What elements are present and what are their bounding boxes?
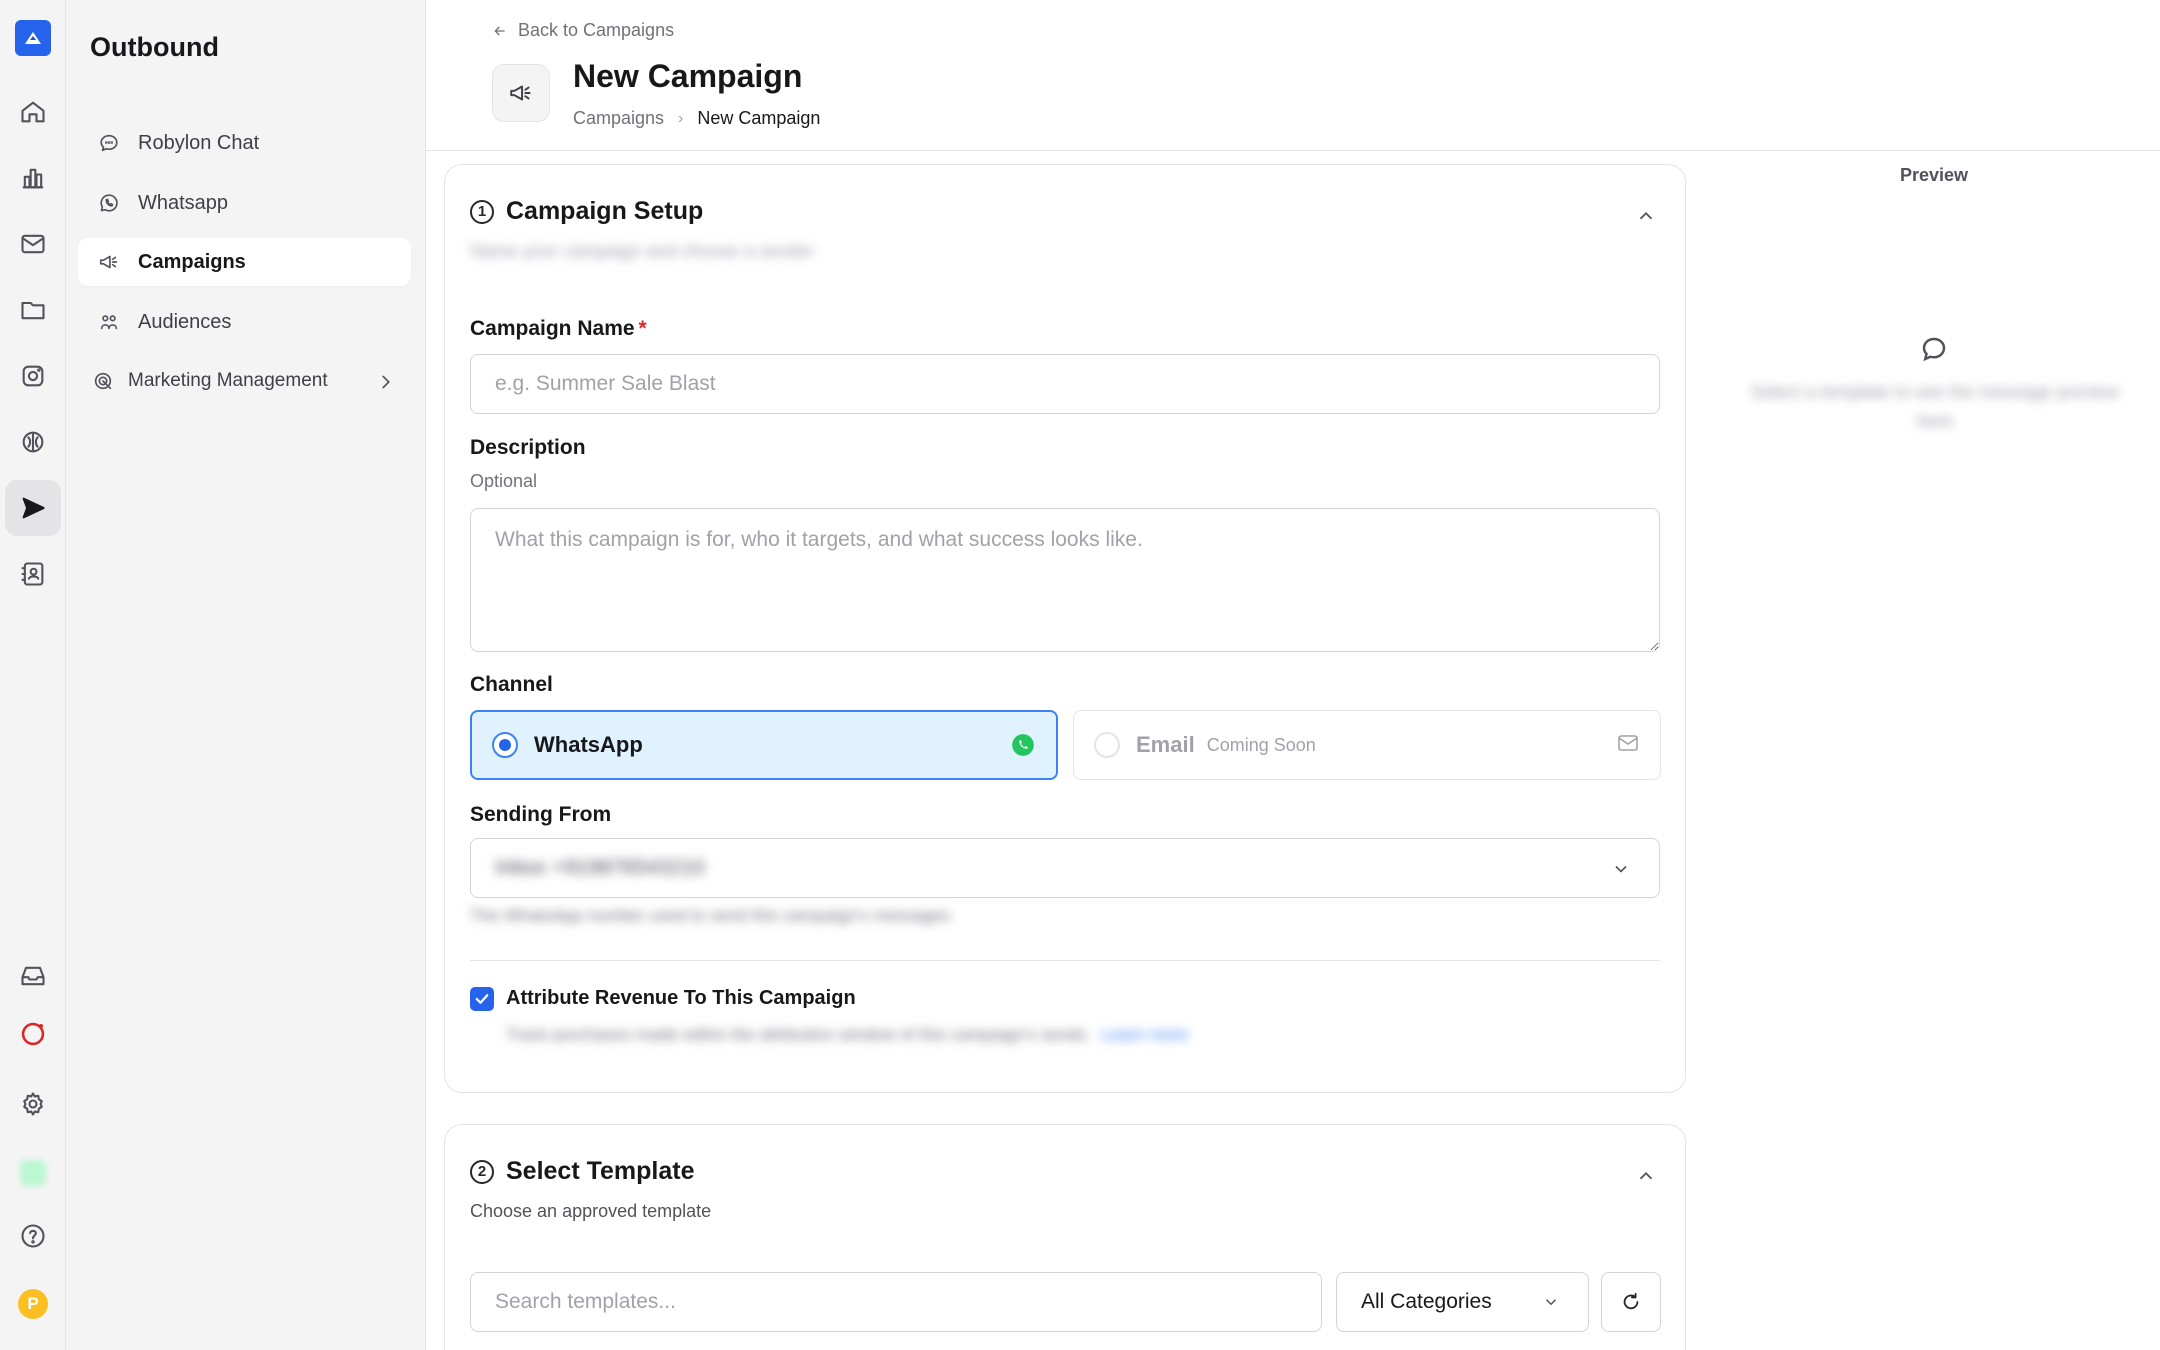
attribute-revenue-label: Attribute Revenue To This Campaign [506, 987, 856, 1009]
refresh-button[interactable] [1601, 1272, 1661, 1332]
step-number: 1 [470, 199, 494, 224]
avatar-initial: P [18, 1289, 48, 1319]
megaphone-icon [99, 255, 118, 269]
description-hint: Optional [470, 471, 538, 491]
breadcrumb-current: New Campaign [697, 108, 821, 128]
nav-label: Audiences [138, 310, 232, 333]
chevron-right-icon [382, 375, 390, 389]
card-header: 1 Campaign Setup [470, 197, 703, 226]
instagram-icon[interactable] [5, 348, 61, 404]
card-title: Campaign Setup [506, 197, 704, 225]
nav-label: Whatsapp [138, 191, 229, 214]
folder-icon[interactable] [5, 282, 61, 338]
sending-from-select[interactable]: Inbox +919876543210 [470, 838, 1660, 898]
account-badge[interactable] [5, 1145, 61, 1201]
home-icon[interactable] [5, 84, 61, 140]
required-marker: * [638, 317, 647, 340]
divider [470, 960, 1660, 961]
user-avatar[interactable]: P [5, 1276, 61, 1332]
campaign-name-label: Campaign Name * [470, 317, 647, 341]
select-template-card: 2 Select Template Choose an approved tem… [444, 1124, 1686, 1350]
brain-icon[interactable] [5, 414, 61, 470]
sending-from-value: Inbox +919876543210 [495, 856, 705, 879]
secondary-nav: Outbound Robylon Chat Whatsapp Campaigns… [66, 0, 426, 1350]
category-select[interactable]: All Categories [1336, 1272, 1589, 1332]
app-logo[interactable] [15, 20, 51, 56]
status-ring-icon[interactable] [5, 1006, 61, 1062]
channel-label: Channel [470, 673, 553, 696]
preview-label: Preview [1900, 165, 1969, 185]
back-link[interactable]: Back to Campaigns [492, 20, 674, 41]
message-bubble-icon [1919, 334, 1949, 364]
description-textarea[interactable] [470, 508, 1660, 652]
channel-option-whatsapp[interactable]: WhatsApp [470, 710, 1058, 780]
page-title: New Campaign [573, 58, 803, 94]
learn-more-link[interactable]: Learn more [1101, 1025, 1188, 1044]
page-header: Back to Campaigns New Campaign Campaigns… [426, 0, 2160, 151]
campaign-setup-card: 1 Campaign Setup Name your campaign and … [444, 164, 1686, 1093]
radio-disabled [1094, 732, 1120, 758]
coming-soon-badge: Coming Soon [1206, 734, 1316, 755]
settings-icon[interactable] [5, 1076, 61, 1132]
nav-label: Marketing Management [128, 370, 328, 391]
nav-label: Campaigns [138, 250, 246, 273]
template-search-input[interactable] [470, 1272, 1322, 1332]
chat-bubble-icon [100, 134, 118, 152]
card-title: Select Template [506, 1157, 695, 1185]
whatsapp-icon [100, 194, 118, 212]
send-icon[interactable] [5, 480, 61, 536]
chevron-down-icon [1545, 1299, 1557, 1306]
icon-rail: P [0, 0, 66, 1350]
channel-email-label: Email [1136, 732, 1195, 757]
preview-empty-text: Select a template to see the message pre… [1750, 382, 2120, 431]
nav-item-audiences[interactable]: Audiences [78, 298, 411, 346]
check-icon [475, 994, 489, 1004]
channel-whatsapp-label: WhatsApp [534, 732, 643, 757]
refresh-icon [1623, 1292, 1639, 1310]
back-label: Back to Campaigns [518, 20, 675, 40]
step-number: 2 [470, 1159, 494, 1184]
chevron-up-icon [1639, 1171, 1653, 1180]
nav-item-robylon-chat[interactable]: Robylon Chat [78, 119, 411, 167]
section-title: Outbound [90, 32, 219, 62]
contacts-icon[interactable] [5, 546, 61, 602]
page-icon [492, 64, 550, 122]
collapse-button[interactable] [1635, 1165, 1657, 1187]
inbox-icon[interactable] [5, 948, 61, 1004]
people-icon [100, 315, 118, 330]
megaphone-icon [510, 85, 531, 101]
sending-from-hint: The WhatsApp number used to send this ca… [470, 906, 951, 925]
sending-from-label: Sending From [470, 803, 612, 826]
target-icon [94, 372, 112, 390]
mail-icon[interactable] [5, 216, 61, 272]
chevron-up-icon [1639, 211, 1653, 220]
hint-text: Track purchases made within the attribut… [506, 1025, 1091, 1044]
attribute-revenue-checkbox[interactable] [470, 987, 494, 1011]
nav-label: Robylon Chat [138, 131, 260, 154]
nav-item-marketing-management[interactable]: Marketing Management [78, 357, 411, 405]
chevron-down-icon [1615, 865, 1627, 873]
description-label: Description [470, 436, 586, 459]
analytics-icon[interactable] [5, 150, 61, 206]
nav-item-whatsapp[interactable]: Whatsapp [78, 179, 411, 227]
breadcrumb: Campaigns › New Campaign [573, 108, 820, 129]
label-text: Campaign Name [470, 317, 635, 340]
card-header: 2 Select Template [470, 1157, 695, 1186]
whatsapp-icon [1012, 734, 1034, 756]
card-subtitle: Name your campaign and choose a sender [470, 241, 815, 261]
arrow-left-icon [494, 26, 505, 35]
channel-option-email: Email Coming Soon [1073, 710, 1661, 780]
campaign-name-input[interactable] [470, 354, 1660, 414]
card-subtitle: Choose an approved template [470, 1201, 712, 1221]
chevron-right-icon: › [678, 109, 684, 127]
breadcrumb-campaigns[interactable]: Campaigns [573, 108, 664, 129]
help-icon[interactable] [5, 1208, 61, 1264]
radio-selected [492, 732, 518, 758]
app-root: P Outbound Robylon Chat Whatsapp Campaig… [0, 0, 2160, 1350]
nav-item-campaigns[interactable]: Campaigns [78, 238, 411, 286]
category-value: All Categories [1361, 1290, 1492, 1313]
mail-icon [1618, 735, 1638, 751]
collapse-button[interactable] [1635, 205, 1657, 227]
attribute-revenue-hint: Track purchases made within the attribut… [506, 1025, 1188, 1045]
